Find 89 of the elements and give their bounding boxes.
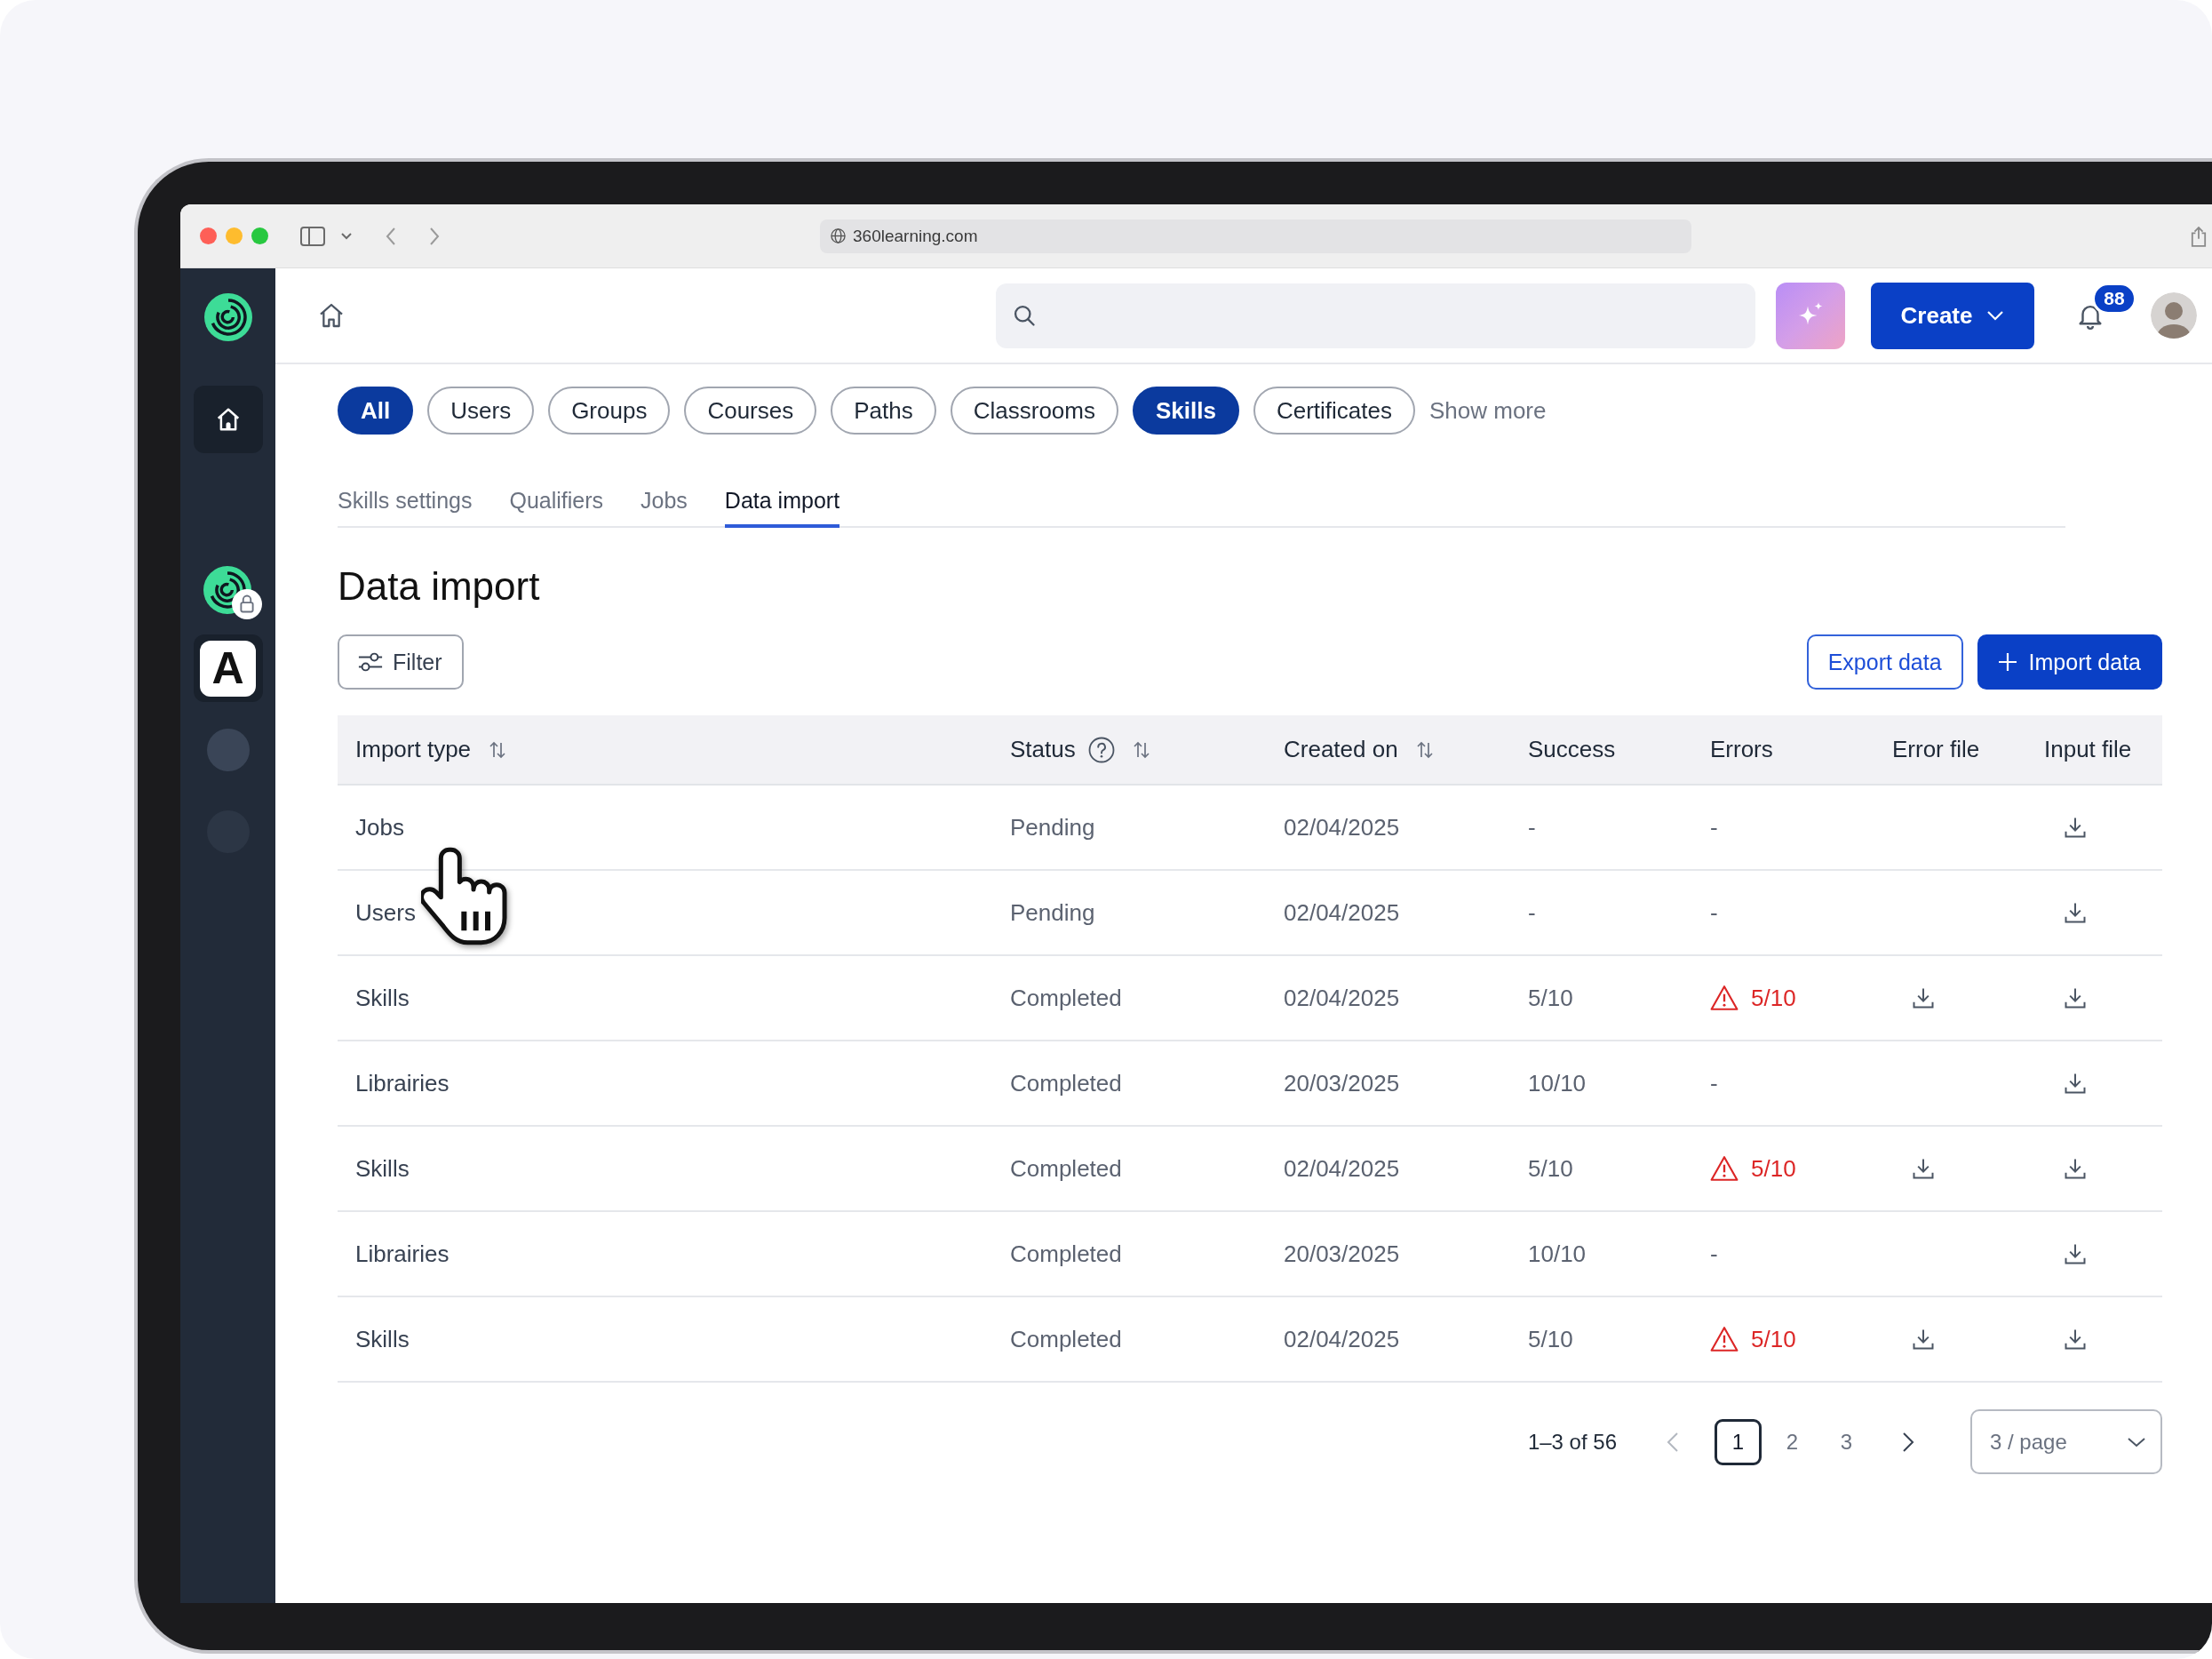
create-button[interactable]: Create	[1871, 282, 2034, 349]
filter-chip[interactable]: Classrooms	[950, 387, 1118, 435]
table-cell: 10/10	[1528, 1069, 1587, 1097]
table-cell: Users	[355, 898, 416, 927]
table-cell: -	[1528, 813, 1536, 841]
table-cell: Jobs	[355, 813, 404, 841]
table-cell: Skills	[355, 984, 410, 1012]
table-cell: 02/04/2025	[1284, 1154, 1400, 1183]
filter-chip[interactable]: Paths	[831, 387, 936, 435]
table-cell: Completed	[1010, 1325, 1122, 1353]
table-cell: 02/04/2025	[1284, 984, 1400, 1012]
globe-icon	[831, 228, 846, 243]
caret-icon[interactable]	[341, 232, 352, 240]
workspace-button[interactable]	[203, 566, 264, 621]
sidebar-toggle-icon[interactable]	[300, 226, 325, 246]
address-bar[interactable]: 360learning.com	[820, 219, 1691, 253]
workspace-button[interactable]: A	[193, 634, 263, 702]
next-page-icon[interactable]	[1902, 1431, 1914, 1453]
table-cell: Skills	[355, 1154, 410, 1183]
table-cell: Pending	[1010, 898, 1095, 927]
url-text: 360learning.com	[853, 226, 978, 246]
table-cell: Librairies	[355, 1069, 450, 1097]
filter-button[interactable]: Filter	[338, 634, 464, 690]
filter-chip[interactable]: Certificates	[1253, 387, 1415, 435]
table-cell: 5/10	[1751, 1325, 1796, 1353]
tab[interactable]: Skills settings	[338, 475, 473, 528]
show-more-link[interactable]: Show more	[1428, 396, 1547, 425]
table-cell: 20/03/2025	[1284, 1240, 1400, 1268]
table-cell: Completed	[1010, 1154, 1122, 1183]
search-field[interactable]	[996, 283, 1755, 348]
home-button[interactable]	[193, 386, 263, 453]
table-cell: 02/04/2025	[1284, 813, 1400, 841]
filter-chip[interactable]: Users	[427, 387, 535, 435]
table-cell: -	[1710, 1240, 1718, 1268]
hand-cursor-icon	[421, 846, 510, 947]
help-icon[interactable]	[1087, 736, 1115, 763]
caret-icon	[2127, 1436, 2146, 1448]
warning-icon	[1710, 1326, 1739, 1352]
table-cell: 20/03/2025	[1284, 1069, 1400, 1097]
export-button[interactable]: Export data	[1806, 634, 1963, 690]
pagination-summary: 1–3 of 56	[1527, 1429, 1617, 1455]
table-cell: 10/10	[1528, 1240, 1587, 1268]
table-cell: -	[1710, 813, 1718, 841]
search-icon	[1012, 303, 1037, 328]
filter-chip[interactable]: All	[338, 387, 414, 435]
column-header[interactable]: Import type	[355, 736, 472, 763]
filter-icon	[357, 651, 384, 673]
page-size-select[interactable]: 3 / page	[1970, 1409, 2162, 1474]
notification-badge: 88	[2092, 283, 2136, 315]
caret-icon	[1986, 310, 2005, 321]
avatar-icon[interactable]	[2151, 292, 2197, 339]
logo-icon[interactable]	[203, 293, 252, 341]
table-cell: 5/10	[1528, 1325, 1573, 1353]
table-cell: Skills	[355, 1325, 410, 1353]
warning-icon	[1710, 1155, 1739, 1182]
table-cell: 5/10	[1751, 984, 1796, 1012]
table-cell: -	[1528, 898, 1536, 927]
column-header[interactable]: Status	[1010, 736, 1076, 763]
column-header: Input file	[2044, 736, 2132, 763]
tab[interactable]: Jobs	[641, 475, 688, 528]
table-cell: Librairies	[355, 1240, 450, 1268]
filter-chip[interactable]: Courses	[684, 387, 817, 435]
filter-chip[interactable]: Skills	[1133, 387, 1239, 435]
table-cell: Pending	[1010, 813, 1095, 841]
table-cell: 02/04/2025	[1284, 898, 1400, 927]
filter-chip[interactable]: Groups	[548, 387, 671, 435]
plus-icon	[1996, 651, 2018, 673]
table-cell: 5/10	[1528, 1154, 1573, 1183]
table-cell: Completed	[1010, 1069, 1122, 1097]
warning-icon	[1710, 985, 1739, 1011]
table-cell: Completed	[1010, 1240, 1122, 1268]
table-cell: 5/10	[1528, 984, 1573, 1012]
tab[interactable]: Data import	[724, 475, 840, 528]
table-cell: 5/10	[1751, 1154, 1796, 1183]
table-cell: -	[1710, 898, 1718, 927]
table-cell: -	[1710, 1069, 1718, 1097]
table-cell: 02/04/2025	[1284, 1325, 1400, 1353]
tab[interactable]: Qualifiers	[509, 475, 604, 528]
column-header: Success	[1528, 736, 1616, 763]
column-header[interactable]: Created on	[1284, 736, 1398, 763]
page-title: Data import	[338, 563, 540, 610]
column-header: Error file	[1892, 736, 1980, 763]
import-button[interactable]: Import data	[1977, 634, 2162, 690]
column-header: Errors	[1710, 736, 1773, 763]
page-button[interactable]: 1	[1715, 1418, 1762, 1465]
table-cell: Completed	[1010, 984, 1122, 1012]
share-icon[interactable]	[2191, 225, 2207, 247]
window-close-icon[interactable]	[200, 227, 217, 244]
workspace-circle-icon	[206, 729, 250, 771]
